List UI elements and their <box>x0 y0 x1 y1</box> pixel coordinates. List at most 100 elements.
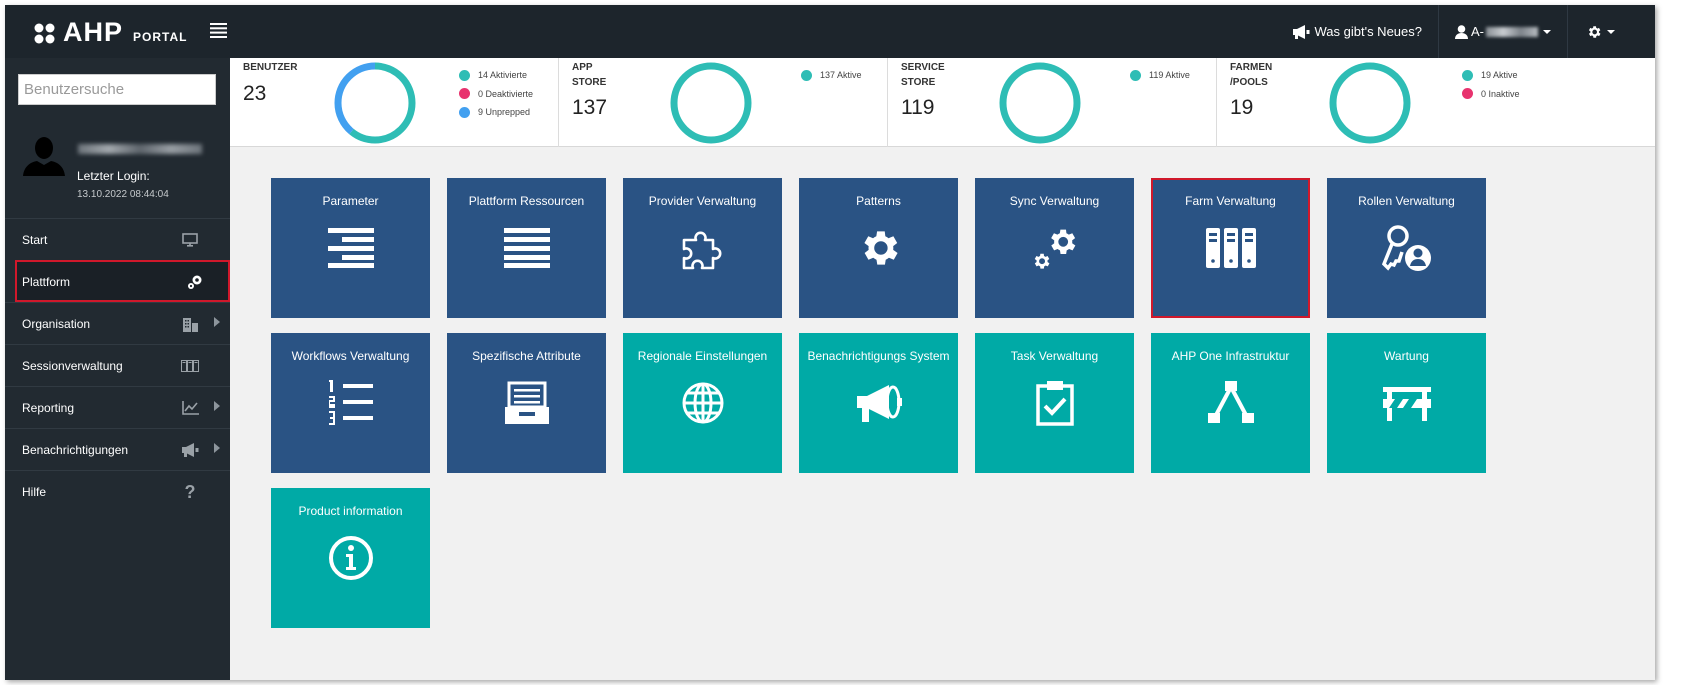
settings-menu-button[interactable] <box>1567 5 1633 58</box>
stat-benutzer[interactable]: BENUTZER 23 14 Aktivierte 0 Deaktivierte 9… <box>230 58 559 147</box>
donut-segment <box>670 62 752 144</box>
stat-legend: 19 Aktive 0 Inaktive <box>1462 66 1520 103</box>
tile-wartung[interactable]: Wartung <box>1327 333 1486 473</box>
chevron-right-icon[interactable] <box>214 443 220 453</box>
legend-label: 0 Inaktive <box>1481 88 1520 99</box>
hamburger-menu-icon[interactable] <box>210 23 227 38</box>
logo-dots-icon <box>34 23 55 44</box>
legend-dot <box>459 106 470 118</box>
megaphone-icon <box>1292 24 1309 39</box>
sidebar-item-sessionverwaltung[interactable]: Sessionverwaltung <box>5 344 230 386</box>
tile-label: Patterns <box>856 194 901 208</box>
whats-new-button[interactable]: Was gibt's Neues? <box>1276 5 1439 58</box>
stat-value: 137 <box>572 96 608 119</box>
tile-label: Sync Verwaltung <box>1009 194 1100 208</box>
sidebar-item-plattform[interactable]: Plattform <box>15 260 230 302</box>
sidebar-item-label: Sessionverwaltung <box>22 358 123 373</box>
tile-plattform-ressourcen[interactable]: Plattform Ressourcen <box>447 178 606 318</box>
tile-label: Rollen Verwaltung <box>1358 194 1455 208</box>
legend-label: 0 Deaktivierte <box>478 88 534 99</box>
tile-workflows-verwaltung[interactable]: Workflows Verwaltung <box>271 333 430 473</box>
stat-title: SERVICE STORE <box>901 62 945 88</box>
donut-chart <box>670 62 752 144</box>
chevron-right-icon[interactable] <box>214 401 220 411</box>
sidebar-item-label: Reporting <box>22 400 75 415</box>
tile-regionale-einstellungen[interactable]: Regionale Einstellungen <box>623 333 782 473</box>
tile-label: Benachrichtigungs System <box>807 349 950 363</box>
stat-value: 119 <box>901 96 935 119</box>
donut-segment <box>1329 62 1411 144</box>
sidebar-item-label: Plattform <box>22 274 71 289</box>
gears-icon <box>186 274 204 290</box>
sidebar-item-hilfe[interactable]: Hilfe ? <box>5 470 230 512</box>
building-icon <box>181 316 199 332</box>
megaphone-icon <box>853 379 904 427</box>
user-search-input[interactable] <box>18 74 216 105</box>
legend-label: 14 Aktivierte <box>478 70 528 81</box>
legend-item: 9 Unprepped <box>459 103 533 122</box>
stat-title: FARMEN/POOLS <box>1230 62 1273 88</box>
donut-chart <box>334 62 416 144</box>
user-profile: Letzter Login: 13.10.2022 08:44:04 <box>5 120 230 218</box>
legend-label: 19 Aktive <box>1481 70 1518 81</box>
user-menu-button[interactable]: A- <box>1438 5 1567 58</box>
stats-bar: BENUTZER 23 14 Aktivierte 0 Deaktivierte 9… <box>230 58 1655 147</box>
gear-icon <box>853 224 904 272</box>
tile-farm-verwaltung[interactable]: Farm Verwaltung <box>1151 178 1310 318</box>
info-icon <box>325 534 376 582</box>
legend-label: 9 Unprepped <box>478 107 531 118</box>
gears-icon <box>1029 224 1080 272</box>
stat-service-store[interactable]: SERVICE STORE 119 119 Aktive <box>888 58 1217 147</box>
last-login-label: Letzter Login: <box>77 169 150 183</box>
stat-farmen-pools[interactable]: FARMEN/POOLS 19 19 Aktive 0 Inaktive <box>1217 58 1546 147</box>
clipboard-check-icon <box>1029 379 1080 427</box>
tile-parameter[interactable]: Parameter <box>271 178 430 318</box>
logo[interactable]: AHP PORTAL <box>33 17 188 47</box>
tile-label: Plattform Ressourcen <box>468 194 585 208</box>
tile-ahp-one-infrastruktur[interactable]: AHP One Infrastruktur <box>1151 333 1310 473</box>
tile-task-verwaltung[interactable]: Task Verwaltung <box>975 333 1134 473</box>
archive-icon <box>501 379 552 427</box>
sidebar-item-organisation[interactable]: Organisation <box>5 302 230 344</box>
tile-patterns[interactable]: Patterns <box>799 178 958 318</box>
list-icon <box>501 224 552 272</box>
stat-title: BENUTZER <box>243 62 298 73</box>
logo-subtext: PORTAL <box>133 30 188 44</box>
tile-product-information[interactable]: Product information <box>271 488 430 628</box>
tile-label: Workflows Verwaltung <box>291 349 410 363</box>
sidebar-nav: Start Plattform Organisation Sessionverw… <box>5 218 230 512</box>
legend-item: 0 Deaktivierte <box>459 85 533 104</box>
sidebar-item-label: Hilfe <box>22 484 47 499</box>
chevron-right-icon[interactable] <box>214 317 220 327</box>
tile-sync-verwaltung[interactable]: Sync Verwaltung <box>975 178 1134 318</box>
stat-legend: 119 Aktive <box>1130 66 1190 85</box>
user-name: A- <box>1471 24 1484 39</box>
tile-label: Farm Verwaltung <box>1185 194 1276 208</box>
tile-label: Parameter <box>322 194 379 208</box>
tile-label: Regionale Einstellungen <box>637 349 768 363</box>
donut-segment <box>999 62 1081 144</box>
barrier-icon <box>1381 379 1432 427</box>
legend-dot <box>459 69 470 81</box>
logo-text: AHP <box>63 17 124 47</box>
tile-spezifische-attribute[interactable]: Spezifische Attribute <box>447 333 606 473</box>
legend-label: 119 Aktive <box>1149 70 1190 81</box>
sidebar-item-start[interactable]: Start <box>5 218 230 260</box>
legend-dot <box>459 88 470 100</box>
user-name-redacted <box>78 144 202 154</box>
avatar <box>23 137 65 176</box>
chevron-down-icon <box>1607 29 1615 34</box>
tile-rollen-verwaltung[interactable]: Rollen Verwaltung <box>1327 178 1486 318</box>
legend-dot <box>1462 69 1473 81</box>
tile-benachrichtigungs-system[interactable]: Benachrichtigungs System <box>799 333 958 473</box>
question-icon: ? <box>184 481 196 502</box>
whats-new-label: Was gibt's Neues? <box>1314 24 1423 39</box>
sidebar-item-benachrichtigungen[interactable]: Benachrichtigungen <box>5 428 230 470</box>
servers-icon <box>1205 224 1256 272</box>
sidebar-item-reporting[interactable]: Reporting <box>5 386 230 428</box>
chevron-down-icon <box>1543 29 1551 34</box>
megaphone-icon <box>181 442 199 458</box>
stat-app-store[interactable]: APP STORE 137 137 Aktive <box>559 58 888 147</box>
tile-provider-verwaltung[interactable]: Provider Verwaltung <box>623 178 782 318</box>
tile-label: Provider Verwaltung <box>648 194 757 208</box>
